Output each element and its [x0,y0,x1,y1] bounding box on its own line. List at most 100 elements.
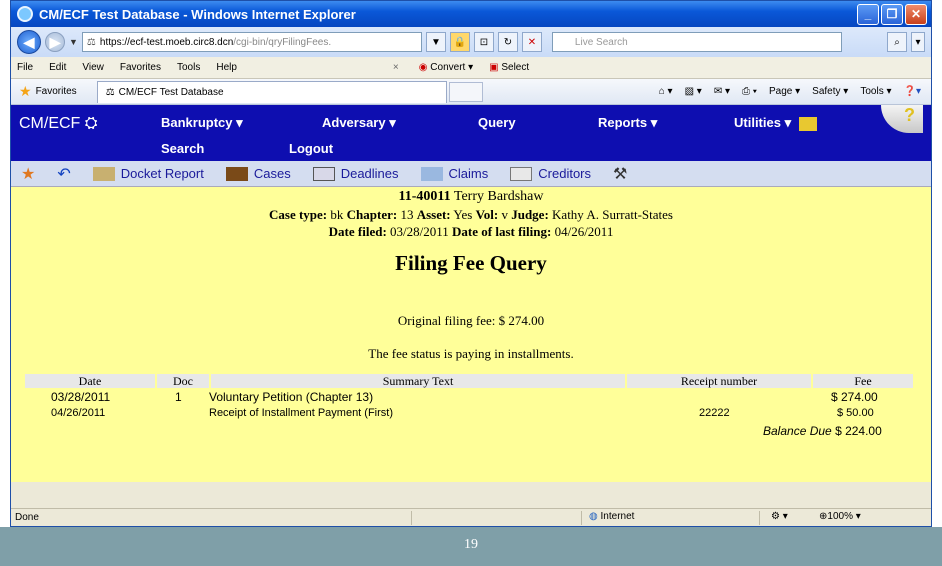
history-dropdown-icon[interactable]: ▼ [69,37,78,47]
new-tab-button[interactable] [448,81,483,102]
feeds-icon[interactable]: ▧ ▾ [685,86,702,97]
row1-date: 03/28/2011 [51,390,111,404]
tab-title: CM/ECF Test Database [118,86,224,98]
nav-bankruptcy[interactable]: Bankruptcy ▾ [161,115,243,131]
close-button[interactable]: ✕ [905,3,927,25]
print-icon[interactable]: ⎙ ▾ [742,86,757,97]
help-icon[interactable]: ❓▾ [904,86,921,97]
tab-cmecf[interactable]: ⚖ CM/ECF Test Database [96,80,447,103]
case-dates-line: Date filed: 03/28/2011 Date of last fili… [11,224,931,240]
site-favicon-icon: ⚖ [86,36,96,48]
search-options-icon[interactable]: ▾ [911,32,925,52]
minimize-button[interactable]: _ [857,3,879,25]
favorites-bar: ★ Favorites ⚖ CM/ECF Test Database ⌂ ▾ ▧… [11,79,931,105]
favorites-star-icon[interactable]: ★ [19,83,32,100]
convert-button[interactable]: ◉ Convert ▾ [419,62,473,73]
favorites-button[interactable]: Favorites [36,86,77,97]
docket-report-label: Docket Report [120,166,204,181]
help-question-icon[interactable]: ? [881,105,923,133]
cases-button[interactable]: Cases [225,166,291,181]
header-fee: Fee [813,374,913,388]
page-menu[interactable]: Page ▾ [769,86,800,97]
nav-logout[interactable]: Logout [289,141,333,156]
row1-doc[interactable]: 1 [175,390,182,404]
url-field[interactable]: ⚖ https://ecf-test.moeb.circ8.dcn /cgi-b… [81,32,422,52]
nav-reports-label: Reports [598,115,648,130]
back-button[interactable]: ◀ [17,30,41,54]
header-doc: Doc [157,374,209,388]
menu-file[interactable]: File [17,62,33,73]
menu-help[interactable]: Help [216,62,237,73]
maximize-button[interactable]: ❐ [881,3,903,25]
stop-icon[interactable]: ✕ [521,32,542,52]
refresh-icon[interactable]: ↻ [497,32,518,52]
nav-reports[interactable]: Reports ▾ [598,115,657,131]
docket-report-button[interactable]: Docket Report [92,166,204,181]
nav-bankruptcy-label: Bankruptcy [161,115,233,130]
status-divider [411,511,412,525]
tools-menu[interactable]: Tools ▾ [860,86,891,97]
nav-adversary[interactable]: Adversary ▾ [322,115,396,131]
select-button[interactable]: ▣ Select [489,62,529,73]
header-summary: Summary Text [211,374,625,388]
zone-indicator[interactable]: ◍ Internet [589,511,634,522]
judge-value: Kathy A. Surratt-States [552,207,673,222]
nav-utilities[interactable]: Utilities ▾ [734,115,817,131]
last-filing-value: 04/26/2011 [554,224,614,239]
back-arrow-icon: ↶ [57,165,71,183]
table-header: Date Doc Summary Text Receipt number Fee [25,374,913,388]
case-type-value: bk [330,207,344,222]
nav-adversary-label: Adversary [322,115,386,130]
protected-mode-icon[interactable]: ⚙ ▾ [771,511,788,522]
menu-view[interactable]: View [82,62,104,73]
nav-search[interactable]: Search [161,141,204,156]
safety-menu[interactable]: Safety ▾ [812,86,848,97]
live-search-placeholder: Live Search [574,36,628,48]
compat-view-icon[interactable]: ⊡ [473,32,494,52]
address-bar: ◀ ▶ ▼ ⚖ https://ecf-test.moeb.circ8.dcn … [11,27,931,57]
zoom-control[interactable]: ⊕100% ▾ [819,511,861,522]
forward-button[interactable]: ▶ [45,32,65,52]
url-host: https://ecf-test.moeb.circ8.dcn [99,36,234,48]
creditors-label: Creditors [538,166,592,181]
menu-edit[interactable]: Edit [49,62,66,73]
convert-label: Convert [430,62,466,73]
back-arrow-button[interactable]: ↶ [57,164,70,184]
creditors-button[interactable]: Creditors [510,166,591,181]
lock-icon[interactable]: 🔒 [449,32,470,52]
page-menu-label: Page [769,86,793,97]
select-icon: ▣ [489,62,499,73]
globe-icon: ◍ [589,511,598,522]
fee-status: The fee status is paying in installments… [368,346,574,361]
claims-button[interactable]: Claims [420,166,488,181]
judge-label: Judge: [511,207,549,222]
slide-page-number: 19 [464,537,478,552]
menu-favorites[interactable]: Favorites [120,62,161,73]
deadlines-button[interactable]: Deadlines [312,166,399,181]
favorites-star-button[interactable]: ★ [21,164,35,184]
url-dropdown-icon[interactable]: ▼ [425,32,446,52]
mail-icon[interactable]: ✉ ▾ [714,86,730,97]
live-search-input[interactable]: Live Search [551,32,842,52]
row2-date: 04/26/2011 [51,407,106,419]
docket-icon [92,166,115,181]
url-path: /cgi-bin/qryFilingFees. [233,36,332,48]
zone-label: Internet [600,511,635,522]
home-icon[interactable]: ⌂ ▾ [659,86,673,97]
ecf-icon[interactable] [798,116,817,131]
debtor-name: Terry Bardshaw [453,189,544,204]
cmecf-logo-text: CM/ECF [19,115,81,132]
chapter-label: Chapter: [346,207,398,222]
search-icon[interactable]: ⌕ [887,32,907,52]
close-toolbar-icon[interactable]: × [393,62,399,73]
gavel-button[interactable]: ⚒ [613,164,627,184]
menu-tools[interactable]: Tools [177,62,200,73]
nav-utilities-label: Utilities [734,115,781,130]
cmecf-logo[interactable]: CM/ECF ⛭ [19,115,98,133]
safety-menu-label: Safety [812,86,841,97]
slide-footer: 19 [0,527,942,566]
zoom-level: 100% [827,511,853,522]
case-info-line: Case type: bk Chapter: 13 Asset: Yes Vol… [11,207,931,223]
nav-query[interactable]: Query [478,115,516,130]
tab-favicon-icon: ⚖ [105,86,115,98]
